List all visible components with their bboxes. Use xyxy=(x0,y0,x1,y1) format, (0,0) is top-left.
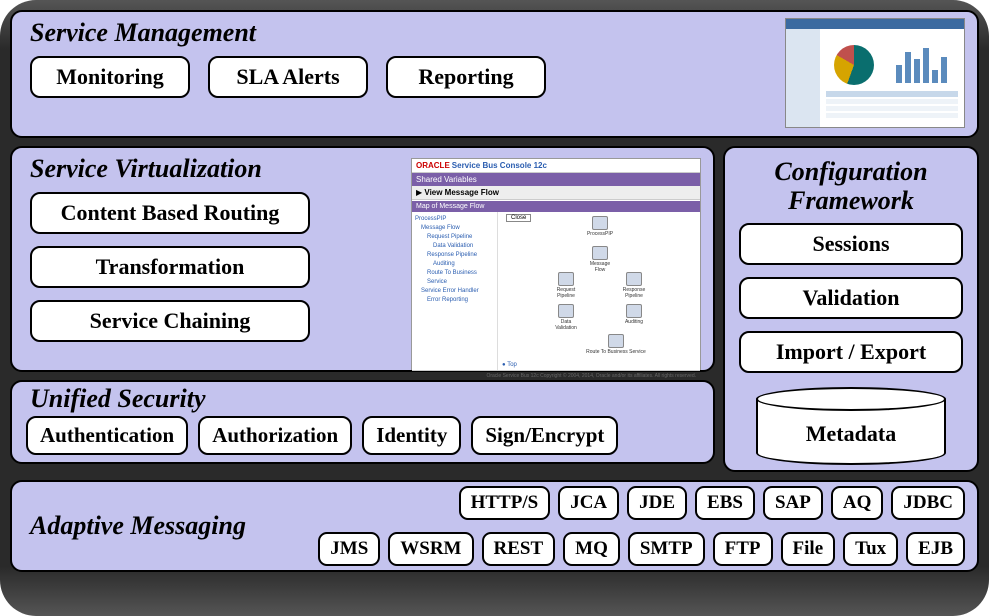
unified-security-title: Unified Security xyxy=(12,382,713,416)
top-link: ● Top xyxy=(502,362,517,368)
shared-variables-label: Shared Variables xyxy=(412,173,700,186)
view-message-flow-label: View Message Flow xyxy=(424,188,499,197)
adaptive-messaging-title: Adaptive Messaging xyxy=(30,511,246,541)
service-chaining-box: Service Chaining xyxy=(30,300,310,342)
rest-box: REST xyxy=(482,532,556,566)
flow-tree: ProcessPIP Message Flow Request Pipeline… xyxy=(412,212,498,370)
transformation-box: Transformation xyxy=(30,246,310,288)
authentication-box: Authentication xyxy=(26,416,188,455)
identity-box: Identity xyxy=(362,416,461,455)
service-virtualization-panel: Service Virtualization Content Based Rou… xyxy=(10,146,715,372)
sap-box: SAP xyxy=(763,486,823,520)
jca-box: JCA xyxy=(558,486,619,520)
close-button: Close xyxy=(506,214,531,222)
configuration-framework-title: Configuration Framework xyxy=(725,148,977,223)
mq-box: MQ xyxy=(563,532,620,566)
sla-alerts-box: SLA Alerts xyxy=(208,56,368,98)
pie-chart-icon xyxy=(834,45,874,85)
ftp-box: FTP xyxy=(713,532,773,566)
file-box: File xyxy=(781,532,836,566)
ejb-box: EJB xyxy=(906,532,965,566)
service-management-panel: Service Management Monitoring SLA Alerts… xyxy=(10,10,979,138)
protocol-list: HTTP/S JCA JDE EBS SAP AQ JDBC JMS WSRM … xyxy=(256,486,965,566)
authorization-box: Authorization xyxy=(198,416,352,455)
jde-box: JDE xyxy=(627,486,687,520)
ebs-box: EBS xyxy=(695,486,755,520)
map-of-message-flow-label: Map of Message Flow xyxy=(412,200,700,212)
sessions-box: Sessions xyxy=(739,223,963,265)
dashboard-screenshot xyxy=(785,18,965,128)
metadata-label: Metadata xyxy=(756,421,946,447)
tux-box: Tux xyxy=(843,532,898,566)
metadata-cylinder: Metadata xyxy=(756,387,946,465)
flow-canvas: Close ProcessPIP Message Flow Request Pi… xyxy=(498,212,700,370)
import-export-box: Import / Export xyxy=(739,331,963,373)
adaptive-messaging-panel: Adaptive Messaging HTTP/S JCA JDE EBS SA… xyxy=(10,480,979,572)
jdbc-box: JDBC xyxy=(891,486,965,520)
sign-encrypt-box: Sign/Encrypt xyxy=(471,416,618,455)
http-s-box: HTTP/S xyxy=(459,486,551,520)
diagram-container: Service Management Monitoring SLA Alerts… xyxy=(0,0,989,616)
reporting-box: Reporting xyxy=(386,56,546,98)
console-title: Service Bus Console 12c xyxy=(452,161,547,170)
monitoring-box: Monitoring xyxy=(30,56,190,98)
aq-box: AQ xyxy=(831,486,884,520)
oracle-brand: ORACLE xyxy=(416,161,450,170)
unified-security-panel: Unified Security Authentication Authoriz… xyxy=(10,380,715,464)
configuration-framework-panel: Configuration Framework Sessions Validat… xyxy=(723,146,979,472)
content-based-routing-box: Content Based Routing xyxy=(30,192,310,234)
smtp-box: SMTP xyxy=(628,532,705,566)
jms-box: JMS xyxy=(318,532,380,566)
validation-box: Validation xyxy=(739,277,963,319)
wsrm-box: WSRM xyxy=(388,532,473,566)
message-flow-screenshot: ORACLE Service Bus Console 12c Shared Va… xyxy=(411,158,701,370)
